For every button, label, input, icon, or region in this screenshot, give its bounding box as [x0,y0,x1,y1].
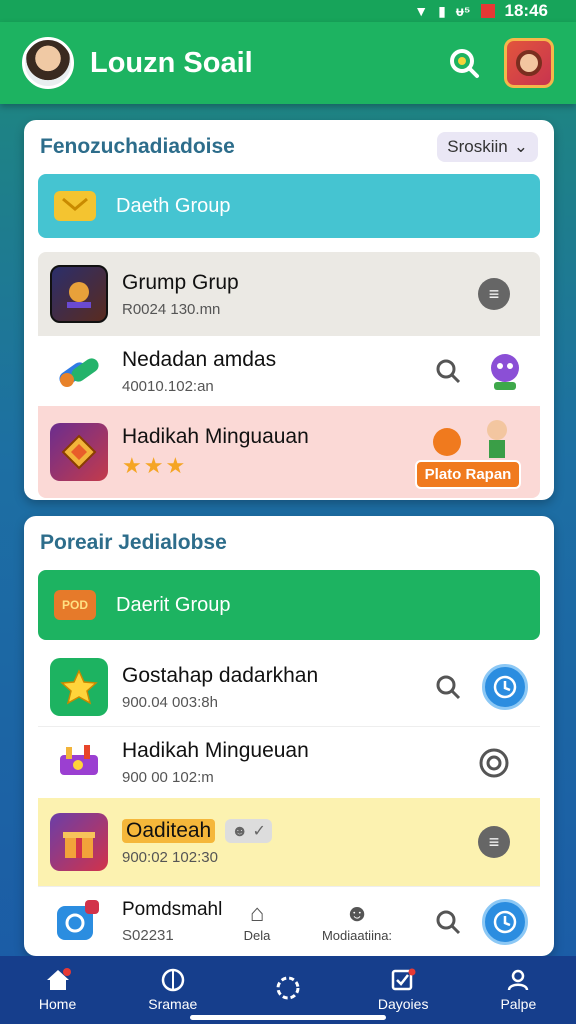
star-rating: ★★★ [122,453,188,478]
promo-badge[interactable]: Plato Rapan [414,459,522,489]
checklist-icon [390,968,416,992]
list-item[interactable]: Pomdsmahl S02231 ⌂ Dela ☻ Modiaatiina: [38,886,540,956]
nav-label: Palpe [500,996,537,1012]
item-name: Oaditeah [122,818,216,843]
list-item[interactable]: Nedadan amdas 40010.102:an [38,336,540,406]
nav-home[interactable]: Home [8,968,108,1012]
item-name: Pomdsmahl [122,899,223,920]
profile-button[interactable] [504,38,554,88]
item-name: Hadikah Mingueuan [122,739,309,762]
signal-label: ᵾ⁵ [455,3,471,19]
app-title: Louzn Soail [90,46,253,79]
group-bar-label: Daerit Group [116,593,231,616]
refresh-circle-icon [275,976,301,1000]
item-name: Grump Grup [122,270,239,294]
group-bar[interactable]: POD Daerit Group [38,570,540,640]
signal-icon: ▮ [438,2,446,19]
top-app-bar: Louzn Soail [0,22,576,104]
search-icon[interactable] [432,671,464,703]
chat-app-icon [50,893,108,951]
envelope-icon [54,191,96,221]
nav-label: Sramae [148,996,198,1012]
wifi-icon: ▼ [414,3,429,19]
search-icon [450,49,479,78]
item-name: Nedadan amdas [122,347,277,371]
gift-box-icon [50,813,108,871]
item-meta: 900.04 003:8h [122,693,218,711]
diamond-game-icon [50,423,108,481]
chevron-down-icon: ⌄ [513,137,528,156]
list-item[interactable]: Gostahap dadarkhan 900.04 003:8h [38,648,540,726]
list-item[interactable]: Hadikah Minguauan ★★★ Plato Rapan [38,406,540,498]
nav-label: Home [38,996,77,1012]
list-item[interactable]: Oaditeah ☻ ✓ 900:02 102:30 ≡ [38,798,540,886]
nav-label: Dayoies [377,996,429,1012]
target-icon[interactable] [478,747,510,779]
nav-days[interactable]: Dayoies [353,968,453,1012]
group-bar[interactable]: Daeth Group [38,174,540,238]
monster-character-icon [482,348,528,394]
pod-badge-label: POD [61,598,88,612]
person-icon [505,968,531,992]
clock-icon [493,675,517,699]
item-meta: 900:02 102:30 [122,848,218,866]
dela-label: Dela [243,928,271,943]
pill-icon [50,342,108,400]
game-thumbnail-icon [50,265,108,323]
item-meta: R0024 130.mn [122,300,221,318]
character-illustration-icon [433,419,507,458]
search-icon[interactable] [432,906,464,938]
menu-icon[interactable]: ≡ [478,826,510,858]
home-outline-icon[interactable]: ⌂ [250,900,265,928]
item-name: Hadikah Minguauan [122,425,309,448]
nav-center[interactable] [238,976,338,1004]
item-meta: S02231 [122,927,174,944]
item-meta: 900 00 102:m [122,769,214,786]
section-title: Fenozuchadiadoise [40,135,235,158]
nav-profile[interactable]: Palpe [468,968,568,1012]
bottom-navigation: Home Sramae Dayoies Palpe [0,956,576,1024]
smiley-icon[interactable]: ☻ [344,900,369,928]
sort-dropdown[interactable]: Sroskiin ⌄ [437,132,538,162]
profile-icon [516,50,542,76]
status-time: 18:46 [504,1,548,20]
status-bar: ▼ ▮ ᵾ⁵ 18:46 [0,0,576,22]
battery-icon [480,4,495,18]
search-button[interactable] [444,43,484,83]
home-icon [45,968,71,992]
pod-badge-icon: POD [54,590,96,620]
timer-button[interactable] [482,898,528,945]
dropdown-label: Sroskiin [447,137,508,156]
section-title: Poreair Jedialobse [40,531,227,554]
emoji-reaction-button[interactable]: ☻ ✓ [225,818,272,843]
group-bar-label: Daeth Group [116,194,231,217]
menu-icon[interactable]: ≡ [478,278,510,310]
clock-icon [493,910,517,933]
list-item[interactable]: Hadikah Mingueuan 900 00 102:m [38,726,540,798]
section-panel-1: Fenozuchadiadoise Sroskiin ⌄ Daeth Group… [24,120,554,500]
avatar[interactable] [22,37,74,89]
search-icon[interactable] [432,355,464,387]
globe-icon [160,968,186,992]
star-game-icon [50,658,108,716]
section-panel-2: Poreair Jedialobse POD Daerit Group Gost… [24,516,554,956]
home-indicator[interactable] [190,1015,386,1020]
media-label: Modiaatiina: [321,928,393,943]
item-meta: 40010.102:an [122,377,214,395]
list-item[interactable]: Grump Grup R0024 130.mn ≡ [38,252,540,336]
nav-stream[interactable]: Sramae [123,968,223,1012]
item-name: Gostahap dadarkhan [122,663,319,687]
party-game-icon [50,734,108,792]
timer-button[interactable] [482,664,528,710]
